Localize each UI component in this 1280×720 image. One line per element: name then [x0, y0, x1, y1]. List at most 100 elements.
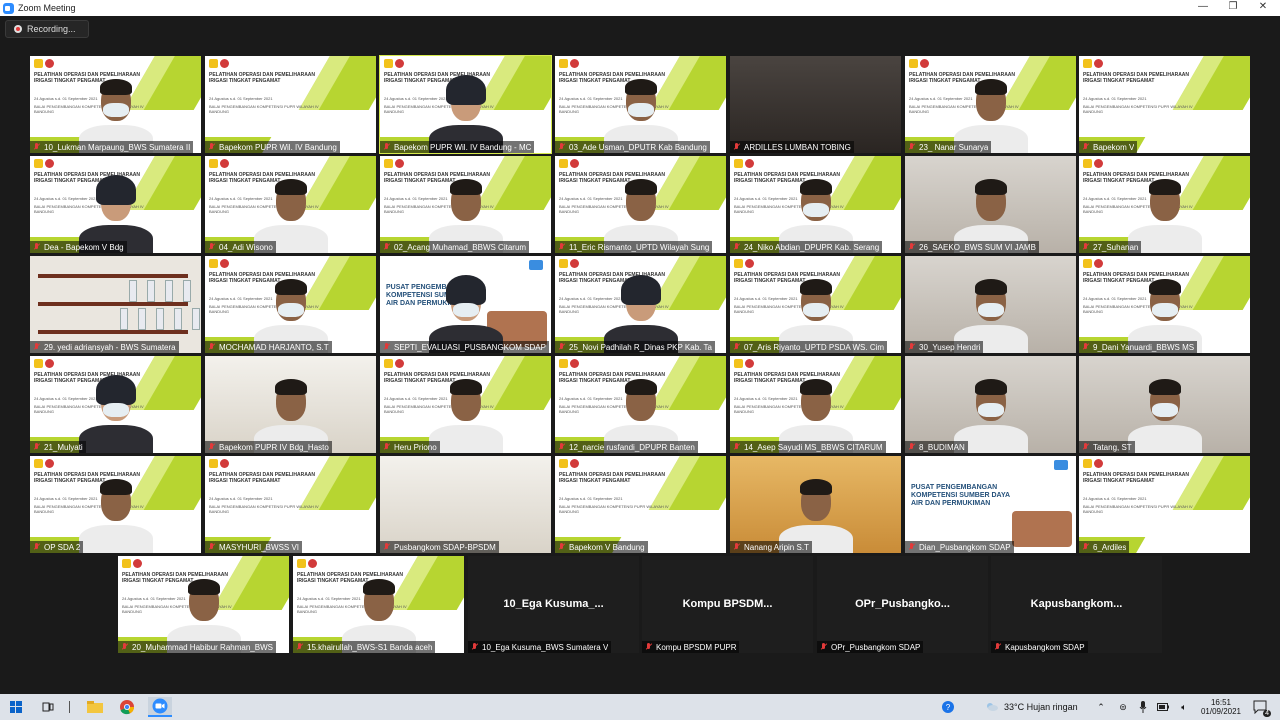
participant-tile[interactable]: PELATIHAN OPERASI DAN PEMELIHARAAN IRIGA… — [293, 556, 464, 653]
participant-tile[interactable]: PELATIHAN OPERASI DAN PEMELIHARAAN IRIGA… — [205, 256, 376, 353]
speaker-icon[interactable]: 🔈︎ — [1176, 697, 1192, 717]
bpsdm-logo-icon — [220, 459, 229, 468]
muted-mic-icon — [733, 343, 741, 351]
participant-video — [78, 375, 153, 453]
windows-start-icon[interactable] — [6, 697, 26, 717]
muted-mic-icon — [994, 643, 1002, 651]
participant-tile[interactable]: PELATIHAN OPERASI DAN PEMELIHARAAN IRIGA… — [380, 356, 551, 453]
participant-tile[interactable]: PELATIHAN OPERASI DAN PEMELIHARAAN IRIGA… — [205, 456, 376, 553]
participant-display-name: Kompu BPSDM... — [682, 598, 773, 610]
pupr-logo-icon — [209, 459, 218, 468]
participant-name-tag: 6_Ardiles — [1079, 541, 1130, 553]
participant-tile[interactable]: PELATIHAN OPERASI DAN PEMELIHARAAN IRIGA… — [555, 256, 726, 353]
participant-name: 26_SAEKO_BWS SUM VI JAMB — [919, 242, 1036, 252]
microphone-icon[interactable] — [1136, 697, 1150, 717]
pupr-logo-icon — [34, 459, 43, 468]
participant-tile[interactable]: PELATIHAN OPERASI DAN PEMELIHARAAN IRIGA… — [30, 56, 201, 153]
participant-tile[interactable]: 30_Yusep Hendri — [905, 256, 1076, 353]
muted-mic-icon — [1082, 143, 1090, 151]
network-icon[interactable]: ⊜ — [1116, 697, 1130, 717]
help-icon[interactable]: ? — [940, 697, 956, 717]
participant-name: 10_Ega Kusuma_BWS Sumatera V — [482, 642, 609, 652]
participant-name-tag: 27_Suhanan — [1079, 241, 1142, 253]
muted-mic-icon — [471, 643, 479, 651]
participant-tile[interactable]: PUSAT PENGEMBANGAN KOMPETENSI SUMBER DAY… — [905, 456, 1076, 553]
participant-tile[interactable]: PELATIHAN OPERASI DAN PEMELIHARAAN IRIGA… — [555, 56, 726, 153]
participant-name-tag: 10_Ega Kusuma_BWS Sumatera V — [468, 641, 612, 653]
pupr-logo-icon — [734, 259, 743, 268]
participant-tile[interactable]: Nanang Aripin S.T — [730, 456, 901, 553]
participant-name-tag: Bapekom V — [1079, 141, 1138, 153]
pupr-logo-icon — [297, 559, 306, 568]
muted-mic-icon — [558, 343, 566, 351]
file-explorer-icon[interactable] — [84, 697, 106, 717]
participant-tile[interactable]: PELATIHAN OPERASI DAN PEMELIHARAAN IRIGA… — [1079, 256, 1250, 353]
participant-name-tag: 21_Mulyati — [30, 441, 86, 453]
participant-tile[interactable]: PELATIHAN OPERASI DAN PEMELIHARAAN IRIGA… — [1079, 156, 1250, 253]
slide-date: 24 Agustus s.d. 01 September 2021 — [209, 96, 273, 101]
pupr-logo-icon — [734, 359, 743, 368]
participant-name: SEPTI_EVALUASI_PUSBANGKOM SDAP — [394, 342, 546, 352]
zoom-taskbar-icon[interactable] — [148, 697, 172, 717]
participant-tile[interactable]: PELATIHAN OPERASI DAN PEMELIHARAAN IRIGA… — [730, 156, 901, 253]
participant-name: Kapusbangkom SDAP — [1005, 642, 1085, 652]
participant-tile[interactable]: PUSAT PENGEMBANGAN KOMPETENSI SUMBER DAY… — [380, 256, 551, 353]
participant-tile[interactable]: PELATIHAN OPERASI DAN PEMELIHARAAN IRIGA… — [30, 156, 201, 253]
participant-tile[interactable]: PELATIHAN OPERASI DAN PEMELIHARAAN IRIGA… — [730, 356, 901, 453]
participant-name: ARDILLES LUMBAN TOBING — [744, 142, 851, 152]
participant-name-tag: Tatang, ST — [1079, 441, 1135, 453]
chevron-up-icon[interactable]: ⌃ — [1094, 697, 1108, 717]
notifications-icon[interactable]: 4 — [1250, 697, 1272, 717]
participant-name-tag: 14_Asep Sayudi MS_BBWS CITARUM — [730, 441, 886, 453]
muted-mic-icon — [733, 443, 741, 451]
participant-tile[interactable]: PELATIHAN OPERASI DAN PEMELIHARAAN IRIGA… — [730, 256, 901, 353]
participant-tile[interactable]: 26_SAEKO_BWS SUM VI JAMB — [905, 156, 1076, 253]
participant-tile[interactable]: PELATIHAN OPERASI DAN PEMELIHARAAN IRIGA… — [555, 456, 726, 553]
participant-tile[interactable]: PELATIHAN OPERASI DAN PEMELIHARAAN IRIGA… — [1079, 56, 1250, 153]
participant-tile[interactable]: PELATIHAN OPERASI DAN PEMELIHARAAN IRIGA… — [379, 55, 552, 154]
participant-name-tag: 11_Eric Rismanto_UPTD Wilayah Sung — [555, 241, 713, 253]
pupr-logo-icon — [1083, 259, 1092, 268]
participant-tile[interactable]: Kapusbangkom... Kapusbangkom SDAP — [991, 556, 1162, 653]
participant-tile[interactable]: Kompu BPSDM... Kompu BPSDM PUPR — [642, 556, 813, 653]
minimize-button[interactable]: — — [1186, 0, 1220, 16]
participant-tile[interactable]: PELATIHAN OPERASI DAN PEMELIHARAAN IRIGA… — [30, 456, 201, 553]
bpsdm-logo-icon — [308, 559, 317, 568]
participant-tile[interactable]: PELATIHAN OPERASI DAN PEMELIHARAAN IRIGA… — [380, 156, 551, 253]
chrome-icon[interactable] — [116, 697, 138, 717]
participant-tile[interactable]: 8_BUDIMAN — [905, 356, 1076, 453]
weather-label[interactable]: 33°C Hujan ringan — [1004, 697, 1088, 717]
muted-mic-icon — [383, 543, 391, 551]
participant-tile[interactable]: PELATIHAN OPERASI DAN PEMELIHARAAN IRIGA… — [205, 56, 376, 153]
participant-tile[interactable]: PELATIHAN OPERASI DAN PEMELIHARAAN IRIGA… — [905, 56, 1076, 153]
participant-tile[interactable]: ARDILLES LUMBAN TOBING — [730, 56, 901, 153]
task-view-icon[interactable] — [38, 697, 58, 717]
recording-indicator[interactable]: Recording... — [5, 20, 89, 38]
participant-tile[interactable]: Bapekom PUPR IV Bdg_Hasto — [205, 356, 376, 453]
participant-tile[interactable]: PELATIHAN OPERASI DAN PEMELIHARAAN IRIGA… — [1079, 456, 1250, 553]
close-button[interactable]: ✕ — [1246, 0, 1280, 16]
recording-icon — [14, 25, 22, 33]
battery-icon[interactable] — [1156, 697, 1170, 717]
participant-tile[interactable]: PELATIHAN OPERASI DAN PEMELIHARAAN IRIGA… — [118, 556, 289, 653]
participant-name-tag: SEPTI_EVALUASI_PUSBANGKOM SDAP — [380, 341, 549, 353]
bpsdm-logo-icon — [1094, 259, 1103, 268]
clock[interactable]: 16:51 01/09/2021 — [1198, 697, 1244, 717]
participant-tile[interactable]: PELATIHAN OPERASI DAN PEMELIHARAAN IRIGA… — [30, 356, 201, 453]
muted-mic-icon — [733, 243, 741, 251]
participant-name: 6_Ardiles — [1093, 542, 1127, 552]
participant-tile[interactable]: Pusbangkom SDAP-BPSDM — [380, 456, 551, 553]
maximize-button[interactable]: ❐ — [1216, 0, 1250, 16]
participant-tile[interactable]: PELATIHAN OPERASI DAN PEMELIHARAAN IRIGA… — [205, 156, 376, 253]
participant-name-tag: Bapekom V Bandung — [555, 541, 648, 553]
participant-tile[interactable]: Tatang, ST — [1079, 356, 1250, 453]
bpsdm-logo-icon — [570, 359, 579, 368]
participant-tile[interactable]: 29. yedi adriansyah - BWS Sumatera — [30, 256, 201, 353]
participant-tile[interactable]: 10_Ega Kusuma_... 10_Ega Kusuma_BWS Sumat… — [468, 556, 639, 653]
pupr-logo-icon — [384, 159, 393, 168]
participant-tile[interactable]: PELATIHAN OPERASI DAN PEMELIHARAAN IRIGA… — [555, 156, 726, 253]
muted-mic-icon — [820, 643, 828, 651]
participant-tile[interactable]: OPr_Pusbangko... OPr_Pusbangkom SDAP — [817, 556, 988, 653]
participant-tile[interactable]: PELATIHAN OPERASI DAN PEMELIHARAAN IRIGA… — [555, 356, 726, 453]
participant-name: 21_Mulyati — [44, 442, 83, 452]
